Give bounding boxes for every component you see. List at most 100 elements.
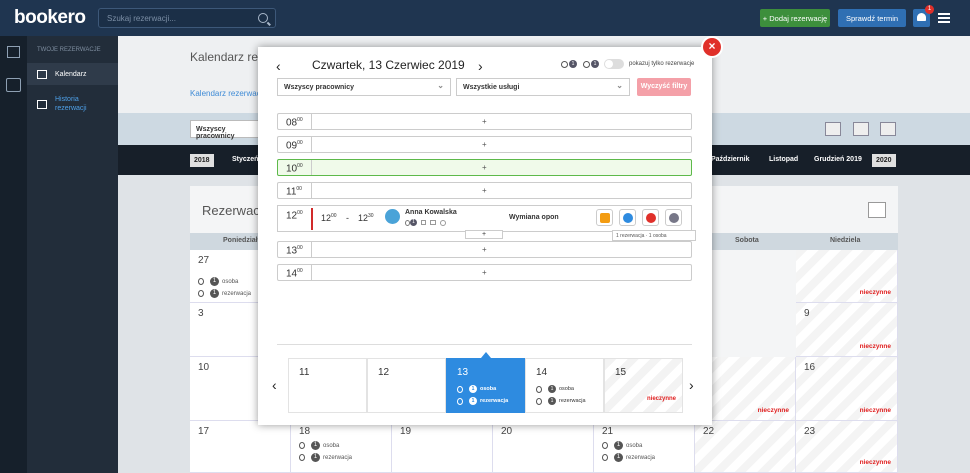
day-number: 11 <box>299 367 310 378</box>
calendar-day[interactable]: 22 <box>695 421 796 473</box>
minutes: 30 <box>368 213 374 219</box>
add-reservation-button[interactable]: + Dodaj rezerwację <box>760 9 830 27</box>
label: rezerwacja <box>480 398 509 404</box>
month-item[interactable]: Grudzień 2019 <box>814 156 862 163</box>
employee-filter[interactable]: Wszyscy pracownicy <box>190 120 260 140</box>
grid-view-icon[interactable] <box>853 122 869 136</box>
check-icon <box>602 454 608 461</box>
next-week-arrow[interactable]: › <box>689 377 694 393</box>
info-button[interactable] <box>665 209 682 226</box>
bookmark-icon <box>37 99 47 109</box>
hour-slot[interactable]: 1100 + <box>277 182 692 199</box>
edit-button[interactable] <box>619 209 636 226</box>
day-strip-item-selected[interactable]: 13 1 osoba 1 rezerwacja <box>446 358 525 413</box>
closed-label: nieczynne <box>757 407 789 414</box>
list-view-icon[interactable] <box>825 122 841 136</box>
employees-select[interactable]: Wszyscy pracownicy <box>277 78 451 96</box>
calendar-day[interactable]: 8nieczynne <box>796 250 898 303</box>
hour-label: 1200 <box>286 210 303 221</box>
tooltip: 1 rezerwacja · 1 osoba <box>612 230 696 241</box>
add-slot-plus[interactable]: + <box>482 117 487 126</box>
info-icon[interactable] <box>440 219 446 226</box>
person-icon <box>198 278 204 285</box>
add-slot-plus[interactable]: + <box>465 230 503 239</box>
month-item[interactable]: Styczeń <box>232 156 258 163</box>
day-strip-item[interactable]: 14 1 osoba 1 rezerwacja <box>525 358 604 413</box>
add-slot-plus[interactable]: + <box>482 268 487 277</box>
count-badge: 1 <box>591 60 599 68</box>
reservations-only-toggle[interactable] <box>604 59 624 69</box>
home-icon[interactable] <box>7 46 20 58</box>
person-icon <box>457 385 463 393</box>
search-icon[interactable] <box>258 13 268 23</box>
calendar-icon[interactable] <box>6 78 21 92</box>
label: rezerwacja <box>626 454 656 461</box>
menu-icon[interactable] <box>938 13 950 23</box>
day-strip-item[interactable]: 15 nieczynne <box>604 358 683 413</box>
calendar-day[interactable]: 18 1 osoba 1 rezerwacja <box>291 421 392 473</box>
calendar-day[interactable]: 20 <box>493 421 594 473</box>
person-icon <box>561 60 568 68</box>
month-item[interactable]: Listopad <box>769 156 798 163</box>
calendar-day[interactable]: 23 nieczynne <box>796 421 898 473</box>
month-item[interactable]: Październik <box>711 156 750 163</box>
check-icon <box>299 454 305 461</box>
label: osoba <box>626 442 643 449</box>
count-badge: 1 <box>210 289 219 298</box>
day-number: 10 <box>198 362 210 373</box>
logo[interactable]: bookero <box>14 7 98 29</box>
close-modal-button[interactable]: × <box>703 38 721 56</box>
calendar-day[interactable]: 16 nieczynne <box>796 357 898 421</box>
add-slot-plus[interactable]: + <box>482 140 487 149</box>
phone-icon[interactable] <box>421 220 426 225</box>
tab-calendar[interactable]: Kalendarz rezerwacji <box>190 89 264 98</box>
persons-count: 1 <box>561 60 577 68</box>
sidebar-item-history[interactable]: Historia rezerwacji <box>27 91 118 117</box>
prev-week-arrow[interactable]: ‹ <box>272 377 277 393</box>
check-date-button[interactable]: Sprawdź termin <box>838 9 906 27</box>
sidebar: TWOJE REZERWACJE Kalendarz Historia reze… <box>27 36 118 473</box>
client-name[interactable]: Anna Kowalska <box>405 209 457 216</box>
day-number: 9 <box>804 308 810 319</box>
day-strip-item[interactable]: 11 <box>288 358 367 413</box>
calendar-day[interactable]: 19 <box>392 421 493 473</box>
add-slot-plus[interactable]: + <box>482 163 487 172</box>
hour-label: 1100 <box>286 186 302 197</box>
rows-view-icon[interactable] <box>880 122 896 136</box>
year-prev[interactable]: 2018 <box>190 154 214 167</box>
add-slot-plus[interactable]: + <box>482 245 487 254</box>
count-badge: 1 <box>548 385 556 393</box>
count-badge: 1 <box>311 441 320 450</box>
day-number: 14 <box>536 367 548 378</box>
hour-slot[interactable]: 0900 + <box>277 136 692 153</box>
cancel-button[interactable] <box>642 209 659 226</box>
label: osoba <box>480 386 497 392</box>
day-number: 17 <box>198 426 210 437</box>
search-input[interactable]: Szukaj rezerwacji... <box>98 8 276 28</box>
day-strip-item[interactable]: 12 <box>367 358 446 413</box>
hour-slot[interactable]: 1300 + <box>277 241 692 258</box>
add-slot-plus[interactable]: + <box>482 186 487 195</box>
download-icon[interactable] <box>868 202 886 218</box>
sidebar-item-calendar[interactable]: Kalendarz <box>27 63 118 85</box>
prev-day-arrow[interactable]: ‹ <box>276 58 281 74</box>
calendar-day[interactable]: 21 1 osoba 1 rezerwacja <box>594 421 695 473</box>
client-meta: 1 <box>405 219 446 226</box>
modal-date: Czwartek, 13 Czerwiec 2019 <box>312 58 465 72</box>
comment-button[interactable] <box>596 209 613 226</box>
hour: 12 <box>286 210 298 222</box>
calendar-day[interactable]: 17 <box>190 421 291 473</box>
clear-filters-button[interactable]: Wyczyść filtry <box>637 78 691 96</box>
reservation-row[interactable]: 1200 1200 - 1230 Anna Kowalska 1 Wymiana… <box>277 205 692 232</box>
hour-slot[interactable]: 1400 + <box>277 264 692 281</box>
sidebar-item-label: Historia rezerwacji <box>55 96 87 112</box>
hour-slot-hover[interactable]: 1000 + <box>277 159 692 176</box>
mail-icon[interactable] <box>430 220 436 225</box>
next-day-arrow[interactable]: › <box>478 58 483 74</box>
hour-slot[interactable]: 0800 + <box>277 113 692 130</box>
year-next[interactable]: 2020 <box>872 154 896 167</box>
services-select[interactable]: Wszystkie usługi <box>456 78 630 96</box>
calendar-day[interactable]: 9 nieczynne <box>796 303 898 357</box>
day-number: 13 <box>457 367 469 378</box>
closed-label: nieczynne <box>859 343 891 350</box>
